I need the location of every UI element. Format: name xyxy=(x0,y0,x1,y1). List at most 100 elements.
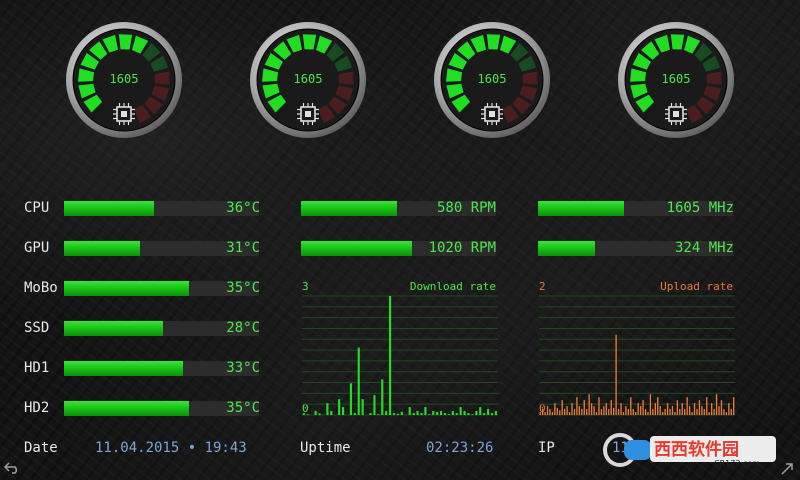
rate-bar xyxy=(661,412,664,415)
rate-bar xyxy=(652,409,654,415)
rate-bar xyxy=(622,412,625,415)
graph-bars xyxy=(302,296,498,415)
rate-bar xyxy=(701,406,703,415)
rate-bar xyxy=(617,409,620,415)
rate-bar xyxy=(554,403,556,415)
rate-bar xyxy=(664,409,666,415)
rate-bar xyxy=(681,403,683,415)
gauge-dial: 1605 xyxy=(250,22,366,138)
rate-bar xyxy=(561,400,563,415)
temp-label: GPU xyxy=(24,240,50,256)
rate-bar xyxy=(691,412,693,415)
gauge-value: 1605 xyxy=(662,72,691,86)
rate-bar xyxy=(369,413,372,415)
clock-value: 1605 MHz xyxy=(666,200,734,216)
rate-bar xyxy=(693,403,696,415)
rate-bar xyxy=(605,403,607,415)
rate-bar xyxy=(302,413,305,415)
rate-bar xyxy=(471,414,474,415)
rate-bar xyxy=(679,409,681,415)
rate-bar xyxy=(647,412,649,415)
cpu-chip-icon xyxy=(297,103,319,125)
rate-bar xyxy=(639,406,642,415)
rate-bar xyxy=(686,397,688,415)
temp-label: HD1 xyxy=(24,360,50,376)
temp-value: 31°C xyxy=(226,240,260,256)
rate-bar xyxy=(710,403,713,415)
download-rate-graph: 3 Download rate 0 xyxy=(302,280,498,416)
rate-bar xyxy=(412,413,415,415)
rate-bar xyxy=(725,412,728,415)
rate-bar xyxy=(377,414,380,415)
rate-bar xyxy=(608,409,610,415)
rate-bar xyxy=(644,409,647,415)
rate-bar xyxy=(559,410,561,415)
rate-bar xyxy=(723,409,725,415)
rate-bar xyxy=(385,411,388,415)
rate-bar xyxy=(720,400,723,415)
gauge-3: 1605 xyxy=(432,20,552,140)
gauge-dial: 1605 xyxy=(434,22,550,138)
rate-bar xyxy=(576,397,578,415)
rate-bar xyxy=(600,409,603,415)
rate-bar xyxy=(666,403,669,415)
rate-bar xyxy=(314,411,317,415)
rate-bar xyxy=(620,403,622,415)
rate-bar xyxy=(544,412,546,415)
temp-label: HD2 xyxy=(24,400,50,416)
uptime-value: 02:23:26 xyxy=(426,440,494,456)
rate-bar xyxy=(349,383,352,415)
rate-bar xyxy=(392,413,396,415)
rate-bar xyxy=(649,394,652,415)
rate-bar xyxy=(467,413,470,415)
back-arrow-icon[interactable] xyxy=(3,462,20,478)
rate-bar xyxy=(676,400,679,415)
rate-bar xyxy=(459,407,462,415)
temp-label: CPU xyxy=(24,200,50,216)
temp-value: 33°C xyxy=(226,360,260,376)
graph-grid xyxy=(302,295,498,416)
rate-bar xyxy=(396,413,400,415)
rate-bar xyxy=(571,403,573,415)
rate-bar xyxy=(357,347,360,415)
rate-bar xyxy=(698,400,701,415)
rate-bar xyxy=(436,411,439,415)
gauge-2: 1605 xyxy=(248,20,368,140)
rate-bar xyxy=(447,414,450,415)
rate-bar xyxy=(593,406,595,415)
cpu-chip-icon xyxy=(665,103,687,125)
graph-title: Download rate xyxy=(410,280,496,293)
temp-value: 36°C xyxy=(226,200,260,216)
rate-bar xyxy=(688,406,691,415)
fan-value: 580 RPM xyxy=(436,200,496,216)
temp-label: MoBo xyxy=(24,280,58,296)
gauge-value: 1605 xyxy=(478,72,507,86)
graph-title: Upload rate xyxy=(660,280,733,293)
rate-bar xyxy=(728,403,730,415)
rate-bar xyxy=(583,400,585,415)
rate-bar xyxy=(590,403,593,415)
rate-bar xyxy=(566,406,568,415)
rate-bar xyxy=(595,412,598,415)
rate-bar xyxy=(671,406,674,415)
rate-bar xyxy=(373,395,376,415)
rate-bar xyxy=(632,409,634,415)
rate-bar xyxy=(730,409,732,415)
rate-bar xyxy=(612,407,615,415)
graph-grid xyxy=(539,295,735,416)
uptime-label: Uptime xyxy=(300,440,351,456)
date-value: 11.04.2015 • 19:43 xyxy=(95,440,247,456)
gauge-dial: 1605 xyxy=(618,22,734,138)
temp-value: 28°C xyxy=(226,320,260,336)
rate-bar xyxy=(318,413,321,415)
rate-bar xyxy=(432,411,435,415)
rate-bar xyxy=(424,407,427,415)
rate-bar xyxy=(408,407,411,415)
rate-bar xyxy=(610,400,612,415)
rate-bar xyxy=(654,403,656,415)
rate-bar xyxy=(659,406,661,415)
rate-bar xyxy=(573,409,576,415)
ip-label: IP xyxy=(538,440,555,456)
rate-bar xyxy=(428,414,431,415)
menu-icon[interactable] xyxy=(780,462,794,480)
